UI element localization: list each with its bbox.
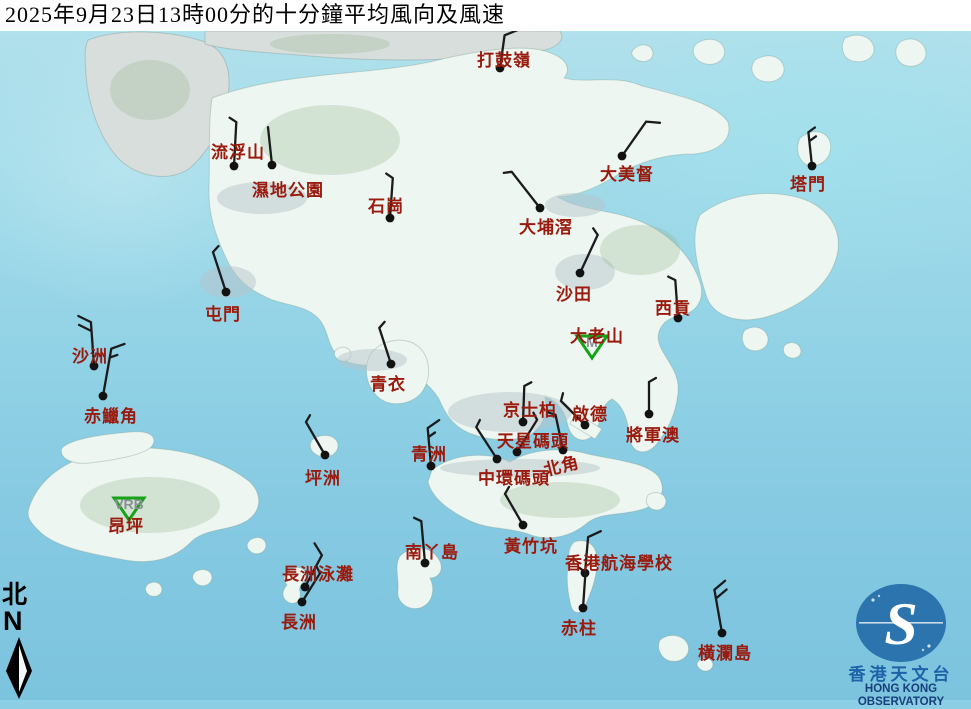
station-label-0: 打鼓嶺 [477, 46, 531, 71]
logo-name-en: HONG KONG OBSERVATORY [831, 683, 971, 709]
wind-barb-staff [306, 415, 325, 455]
wind-barb [505, 487, 527, 529]
station-label-19: 中環碼頭 [478, 464, 550, 489]
station-label-22: 昂坪 [108, 512, 144, 537]
station-label-2: 濕地公園 [252, 176, 324, 201]
station-label-13: 赤鱲角 [84, 402, 138, 427]
station-label-14: 京士柏 [503, 396, 557, 421]
wind-barb-staff [580, 228, 598, 273]
svg-text:S: S [884, 591, 917, 657]
station-label-15: 啟德 [572, 400, 608, 425]
station-dot [519, 521, 528, 530]
wind-barb [714, 581, 726, 638]
station-dot [536, 204, 545, 213]
station-label-10: 沙洲 [72, 342, 108, 367]
wind-barbs-layer: MVRB [0, 0, 971, 700]
compass-north: 北 N [2, 583, 38, 701]
station-label-25: 香港航海學校 [565, 549, 673, 574]
compass-north-letter: N [3, 609, 38, 634]
station-label-27: 長洲 [281, 608, 317, 633]
station-label-28: 赤柱 [561, 614, 597, 639]
station-label-11: 大老山 [570, 322, 624, 347]
station-label-12: 青衣 [370, 370, 406, 395]
hko-logo-icon: S [853, 582, 949, 664]
wind-barb-staff [268, 127, 272, 165]
wind-barb [306, 415, 329, 459]
wind-barb [618, 122, 660, 161]
wind-barb [268, 127, 277, 169]
wind-barb-staff [504, 172, 540, 208]
wind-barb [576, 228, 598, 277]
station-dot [298, 598, 307, 607]
logo-name-zh: 香港天文台 [831, 666, 971, 683]
station-dot [222, 288, 231, 297]
wind-barb-staff [622, 122, 660, 156]
station-dot [576, 269, 585, 278]
station-label-5: 大美督 [600, 160, 654, 185]
station-dot [579, 604, 588, 613]
station-label-1: 流浮山 [211, 138, 265, 163]
station-dot [645, 410, 654, 419]
wind-barb [808, 128, 817, 171]
station-label-18: 青洲 [411, 440, 447, 465]
wind-barb-staff [808, 128, 816, 167]
station-dot [99, 392, 108, 401]
station-label-24: 黃竹坑 [504, 532, 558, 557]
wind-barb [213, 246, 230, 296]
compass-needle-icon [2, 635, 36, 701]
station-label-7: 沙田 [556, 280, 592, 305]
map-title: 2025年9月23日13時00分的十分鐘平均風向及風速 [0, 0, 971, 31]
station-dot [387, 360, 396, 369]
station-label-23: 南丫島 [405, 538, 459, 563]
station-label-9: 屯門 [205, 300, 241, 325]
station-label-17: 將軍澳 [626, 421, 680, 446]
wind-barb-staff [213, 246, 226, 292]
station-dot [321, 451, 330, 460]
station-label-16: 天星碼頭 [497, 427, 569, 452]
station-label-3: 石崗 [368, 192, 404, 217]
wind-barb-staff [505, 487, 523, 525]
wind-barb [379, 322, 395, 369]
station-dot [493, 455, 502, 464]
wind-barb-staff [476, 420, 497, 459]
symbol-text: VRB [114, 496, 144, 512]
wind-barb [504, 172, 545, 213]
map-canvas: MVRB 打鼓嶺流浮山濕地公園石崗大埔滘 大美督 塔門沙田西貢 屯門沙洲 大老山青衣赤鱲… [0, 0, 971, 700]
wind-barb-staff [379, 322, 391, 364]
wind-barb-staff [649, 378, 656, 414]
station-label-4: 大埔滘 [519, 213, 573, 238]
station-label-26: 長洲泳灘 [282, 560, 354, 585]
station-label-6: 塔門 [790, 170, 826, 195]
station-dot [718, 629, 727, 638]
station-label-29: 橫瀾島 [698, 639, 752, 664]
hko-logo: S 香港天文台 HONG KONG OBSERVATORY [831, 582, 971, 709]
station-label-21: 坪洲 [305, 464, 341, 489]
wind-barb-staff [714, 581, 726, 633]
station-dot [268, 161, 277, 170]
wind-barb [645, 378, 656, 418]
station-label-8: 西貢 [655, 294, 691, 319]
